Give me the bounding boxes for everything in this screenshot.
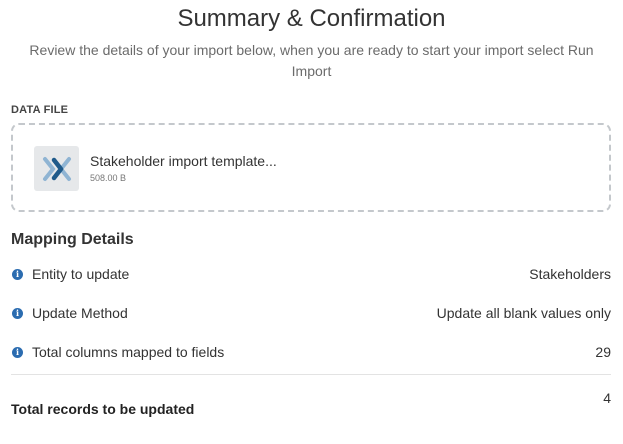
info-icon[interactable]: i <box>12 307 23 319</box>
excel-file-icon <box>34 146 79 191</box>
data-file-section-label: DATA FILE <box>11 104 69 116</box>
total-records-value: 4 <box>603 390 611 406</box>
page-subtitle: Review the details of your import below,… <box>29 42 594 79</box>
mapping-row-value: Update all blank values only <box>436 305 611 321</box>
mapping-details-heading: Mapping Details <box>11 231 134 248</box>
mapping-row-columns-mapped: i Total columns mapped to fields 29 <box>11 342 611 362</box>
file-name: Stakeholder import template... <box>90 153 277 169</box>
info-icon[interactable]: i <box>12 346 23 358</box>
file-size: 508.00 B <box>90 173 127 183</box>
mapping-row-label: Update Method <box>32 305 128 321</box>
mapping-row-update-method: i Update Method Update all blank values … <box>11 303 611 323</box>
data-file-card[interactable]: Stakeholder import template... 508.00 B <box>11 123 611 212</box>
mapping-row-value: Stakeholders <box>529 266 611 282</box>
info-icon[interactable]: i <box>12 268 23 280</box>
mapping-row-value: 29 <box>595 344 611 360</box>
total-records-label: Total records to be updated <box>11 401 195 417</box>
mapping-row-label: Total columns mapped to fields <box>32 344 225 360</box>
page-title: Summary & Confirmation <box>177 5 446 32</box>
mapping-row-entity: i Entity to update Stakeholders <box>11 264 611 284</box>
mapping-row-label: Entity to update <box>32 266 130 282</box>
divider <box>11 374 611 375</box>
